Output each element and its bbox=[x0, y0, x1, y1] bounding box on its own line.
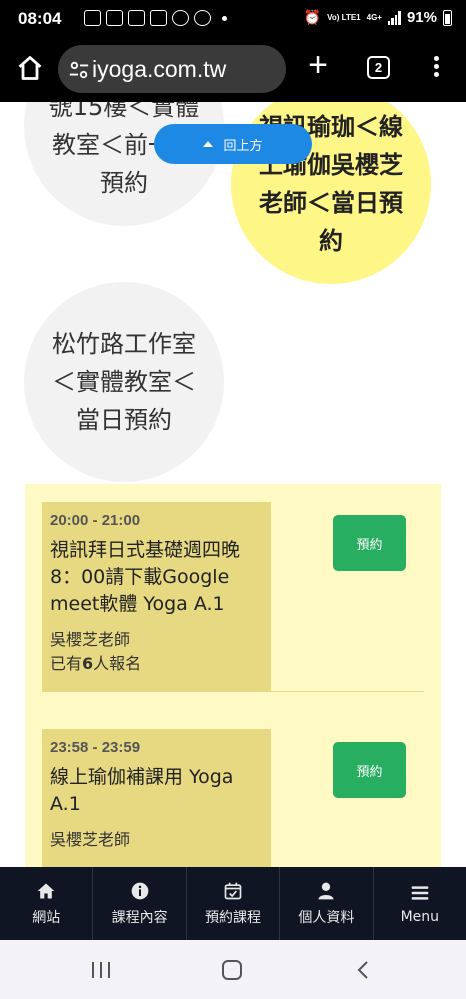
user-icon bbox=[318, 882, 334, 899]
nav-label: 個人資料 bbox=[298, 909, 355, 926]
tab-switcher-button[interactable]: 2 bbox=[367, 56, 390, 79]
scroll-to-top-label: 回上方 bbox=[223, 138, 263, 154]
battery-percent: 91% bbox=[406, 9, 437, 26]
nav-profile[interactable]: 個人資料 bbox=[280, 867, 374, 940]
nav-label: 預約課程 bbox=[205, 909, 262, 926]
site-settings-icon[interactable] bbox=[68, 59, 90, 81]
status-bar: 08:04 ⏰ Vo) LTE1 4G+ 91% bbox=[0, 0, 466, 38]
video-call-icon bbox=[84, 10, 101, 26]
class-time: 23:58 - 23:59 bbox=[50, 739, 141, 756]
class-card: 20:00 - 21:00 視訊拜日式基礎週四晚8：00請下載Google me… bbox=[42, 502, 271, 691]
volte-label: Vo) LTE1 bbox=[327, 12, 361, 22]
enrollment-count: 已有6人報名 bbox=[50, 654, 142, 673]
home-icon[interactable] bbox=[16, 54, 44, 82]
scroll-to-top-button[interactable]: 回上方 bbox=[154, 124, 312, 164]
alarm-icon: ⏰ bbox=[303, 9, 322, 25]
battery-icon bbox=[443, 9, 452, 26]
book-button[interactable]: 預約 bbox=[333, 515, 406, 571]
system-home-icon[interactable] bbox=[222, 960, 242, 980]
class-list: 20:00 - 21:00 視訊拜日式基礎週四晚8：00請下載Google me… bbox=[25, 484, 441, 867]
class-time: 20:00 - 21:00 bbox=[50, 512, 141, 529]
signal-icon bbox=[387, 10, 401, 25]
info-icon bbox=[131, 882, 148, 899]
address-bar[interactable]: iyoga.com.tw bbox=[58, 45, 286, 93]
menu-icon bbox=[411, 885, 429, 900]
system-navigation-bar bbox=[0, 940, 466, 999]
location-label: 松竹路工作室＜實體教室＜當日預約 bbox=[52, 330, 196, 434]
system-status: ⏰ Vo) LTE1 4G+ 91% bbox=[304, 9, 452, 26]
more-options-icon[interactable] bbox=[430, 56, 442, 80]
bottom-navigation: 網站 課程內容 預約課程 個人資料 Menu bbox=[0, 867, 466, 940]
class-card: 23:58 - 23:59 線上瑜伽補課用 Yoga A.1 吳櫻芝老師 bbox=[42, 729, 271, 867]
arrow-up-icon bbox=[203, 141, 214, 147]
cloud-icon bbox=[172, 10, 189, 26]
new-tab-button[interactable]: + bbox=[305, 48, 331, 84]
home-icon bbox=[37, 883, 55, 898]
more-notifications-dot-icon bbox=[222, 15, 227, 21]
class-title: 視訊拜日式基礎週四晚8：00請下載Google meet軟體 Yoga A.1 bbox=[50, 539, 241, 615]
location-option-1[interactable]: 平路一段95-8號15樓＜實體教室＜前一日預約 bbox=[24, 102, 224, 226]
back-icon[interactable] bbox=[354, 960, 374, 980]
nav-label: Menu bbox=[400, 908, 440, 925]
location-option-3[interactable]: 松竹路工作室＜實體教室＜當日預約 bbox=[24, 282, 224, 482]
recent-apps-icon[interactable] bbox=[92, 962, 110, 978]
nav-course-content[interactable]: 課程內容 bbox=[93, 867, 187, 940]
notification-icons bbox=[84, 10, 227, 26]
nav-website[interactable]: 網站 bbox=[0, 867, 94, 940]
calendar-icon bbox=[106, 10, 123, 26]
class-title: 線上瑜伽補課用 Yoga A.1 bbox=[50, 766, 234, 815]
line-app-icon bbox=[128, 10, 145, 26]
browser-toolbar: iyoga.com.tw + 2 bbox=[0, 38, 466, 102]
book-button[interactable]: 預約 bbox=[333, 742, 406, 798]
nav-book-course[interactable]: 預約課程 bbox=[187, 867, 281, 940]
url-text: iyoga.com.tw bbox=[92, 56, 227, 82]
page-content: 平路一段95-8號15樓＜實體教室＜前一日預約 視訊瑜珈＜線上瑜伽吳櫻芝老師＜當… bbox=[0, 102, 466, 867]
divider bbox=[42, 691, 424, 692]
class-teacher: 吳櫻芝老師 bbox=[50, 830, 131, 849]
nav-label: 網站 bbox=[32, 909, 61, 926]
calendar-check-icon bbox=[224, 882, 242, 899]
app-avatar-icon bbox=[194, 10, 211, 26]
nav-label: 課程內容 bbox=[111, 909, 168, 926]
network-type-label: 4G+ bbox=[366, 12, 382, 22]
class-teacher: 吳櫻芝老師 bbox=[50, 630, 131, 649]
nav-menu[interactable]: Menu bbox=[374, 867, 466, 940]
line-app-icon bbox=[150, 10, 167, 26]
status-time: 08:04 bbox=[18, 9, 62, 28]
